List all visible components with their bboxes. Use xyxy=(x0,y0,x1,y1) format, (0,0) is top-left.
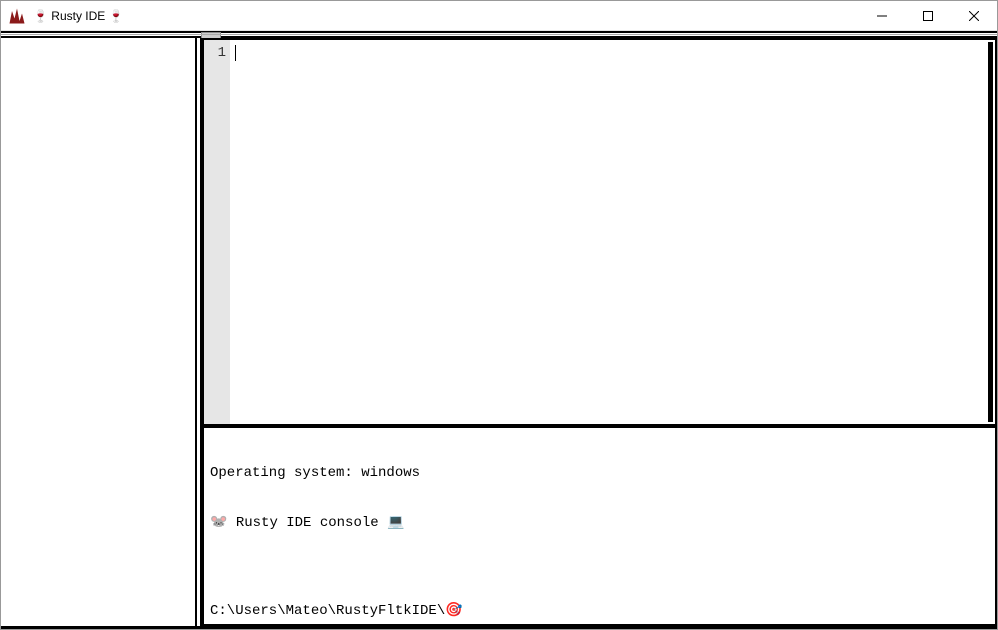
mouse-icon: 🐭 xyxy=(210,515,227,531)
console-text: Rusty IDE console xyxy=(227,515,387,531)
prompt-path: C:\Users\Mateo\RustyFltkIDE\ xyxy=(210,603,445,619)
close-button[interactable] xyxy=(951,1,997,31)
bottom-border xyxy=(1,626,997,629)
main-area: 1 Operating system: windows 🐭 Rusty IDE … xyxy=(1,38,997,626)
console-prompt[interactable]: C:\Users\Mateo\RustyFltkIDE\🎯 xyxy=(210,602,989,620)
vertical-splitter[interactable] xyxy=(195,38,202,626)
editor-pane[interactable]: 1 xyxy=(202,38,997,426)
code-editor[interactable] xyxy=(230,40,995,424)
editor-scrollbar[interactable] xyxy=(988,42,993,422)
editor-stack: 1 Operating system: windows 🐭 Rusty IDE … xyxy=(202,38,997,626)
window-root: 🍷 Rusty IDE 🍷 1 xyxy=(0,0,998,630)
maximize-button[interactable] xyxy=(905,1,951,31)
computer-icon: 💻 xyxy=(387,515,404,531)
console-output: Operating system: windows 🐭 Rusty IDE co… xyxy=(210,432,989,564)
top-splitter[interactable] xyxy=(1,31,997,38)
window-title: 🍷 Rusty IDE 🍷 xyxy=(33,9,124,23)
console-line: 🐭 Rusty IDE console 💻 xyxy=(210,514,989,532)
console-line: Operating system: windows xyxy=(210,464,989,482)
console-spacer xyxy=(210,564,989,602)
target-icon: 🎯 xyxy=(445,603,462,619)
minimize-button[interactable] xyxy=(859,1,905,31)
sidebar-panel[interactable] xyxy=(1,38,195,626)
line-number-gutter: 1 xyxy=(204,40,230,424)
titlebar[interactable]: 🍷 Rusty IDE 🍷 xyxy=(1,1,997,31)
text-cursor-icon xyxy=(235,45,236,61)
console-pane[interactable]: Operating system: windows 🐭 Rusty IDE co… xyxy=(202,426,997,626)
app-icon xyxy=(7,6,27,26)
line-number: 1 xyxy=(204,44,226,62)
